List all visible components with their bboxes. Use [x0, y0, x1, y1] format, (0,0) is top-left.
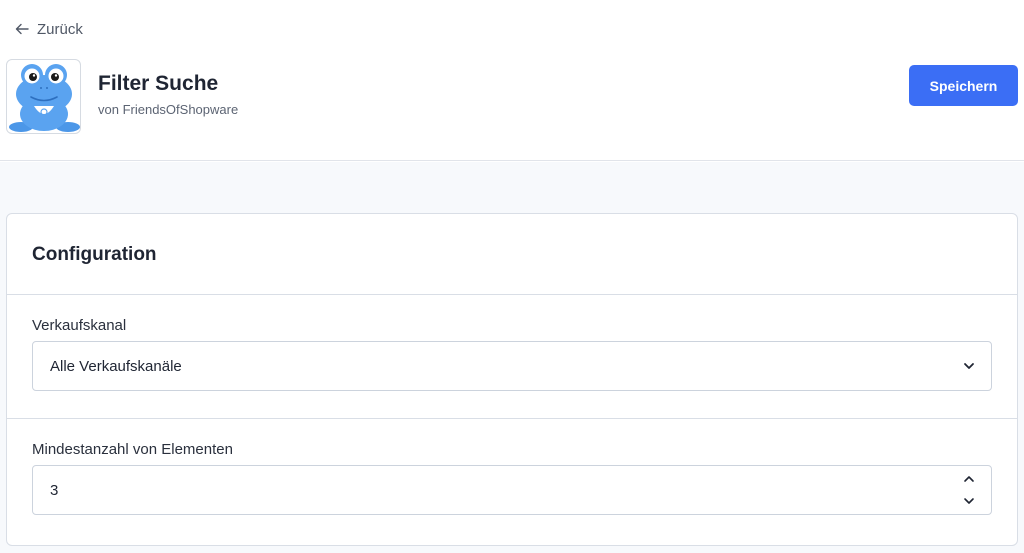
page-header: Zurück Filter Suche von FriendsOfShopwar…: [0, 0, 1024, 161]
card-title: Configuration: [32, 244, 157, 265]
app-vendor: von FriendsOfShopware: [98, 102, 239, 117]
back-link[interactable]: Zurück: [15, 19, 83, 39]
chevron-down-icon[interactable]: [962, 494, 976, 508]
min-elements-field: Mindestanzahl von Elementen 3: [7, 419, 1017, 545]
sales-channel-value: Alle Verkaufskanäle: [50, 357, 182, 375]
card-header: Configuration: [7, 214, 1017, 295]
arrow-left-icon: [15, 23, 29, 35]
content-area: Configuration Verkaufskanal Alle Verkauf…: [0, 162, 1024, 553]
configuration-card: Configuration Verkaufskanal Alle Verkauf…: [6, 213, 1018, 546]
min-elements-label: Mindestanzahl von Elementen: [32, 441, 233, 458]
chevron-down-icon: [964, 363, 974, 369]
sales-channel-field: Verkaufskanal Alle Verkaufskanäle: [7, 295, 1017, 419]
quantity-stepper: [961, 472, 977, 508]
sales-channel-label: Verkaufskanal: [32, 317, 127, 334]
min-elements-value: 3: [50, 481, 59, 499]
app-title: Filter Suche: [98, 72, 219, 95]
back-link-label: Zurück: [37, 20, 83, 38]
chevron-up-icon[interactable]: [962, 472, 976, 486]
frog-logo-icon: [9, 64, 80, 132]
save-button[interactable]: Speichern: [909, 65, 1018, 106]
sales-channel-select[interactable]: Alle Verkaufskanäle: [32, 341, 992, 391]
min-elements-input[interactable]: 3: [32, 465, 992, 515]
app-icon: [6, 59, 81, 134]
